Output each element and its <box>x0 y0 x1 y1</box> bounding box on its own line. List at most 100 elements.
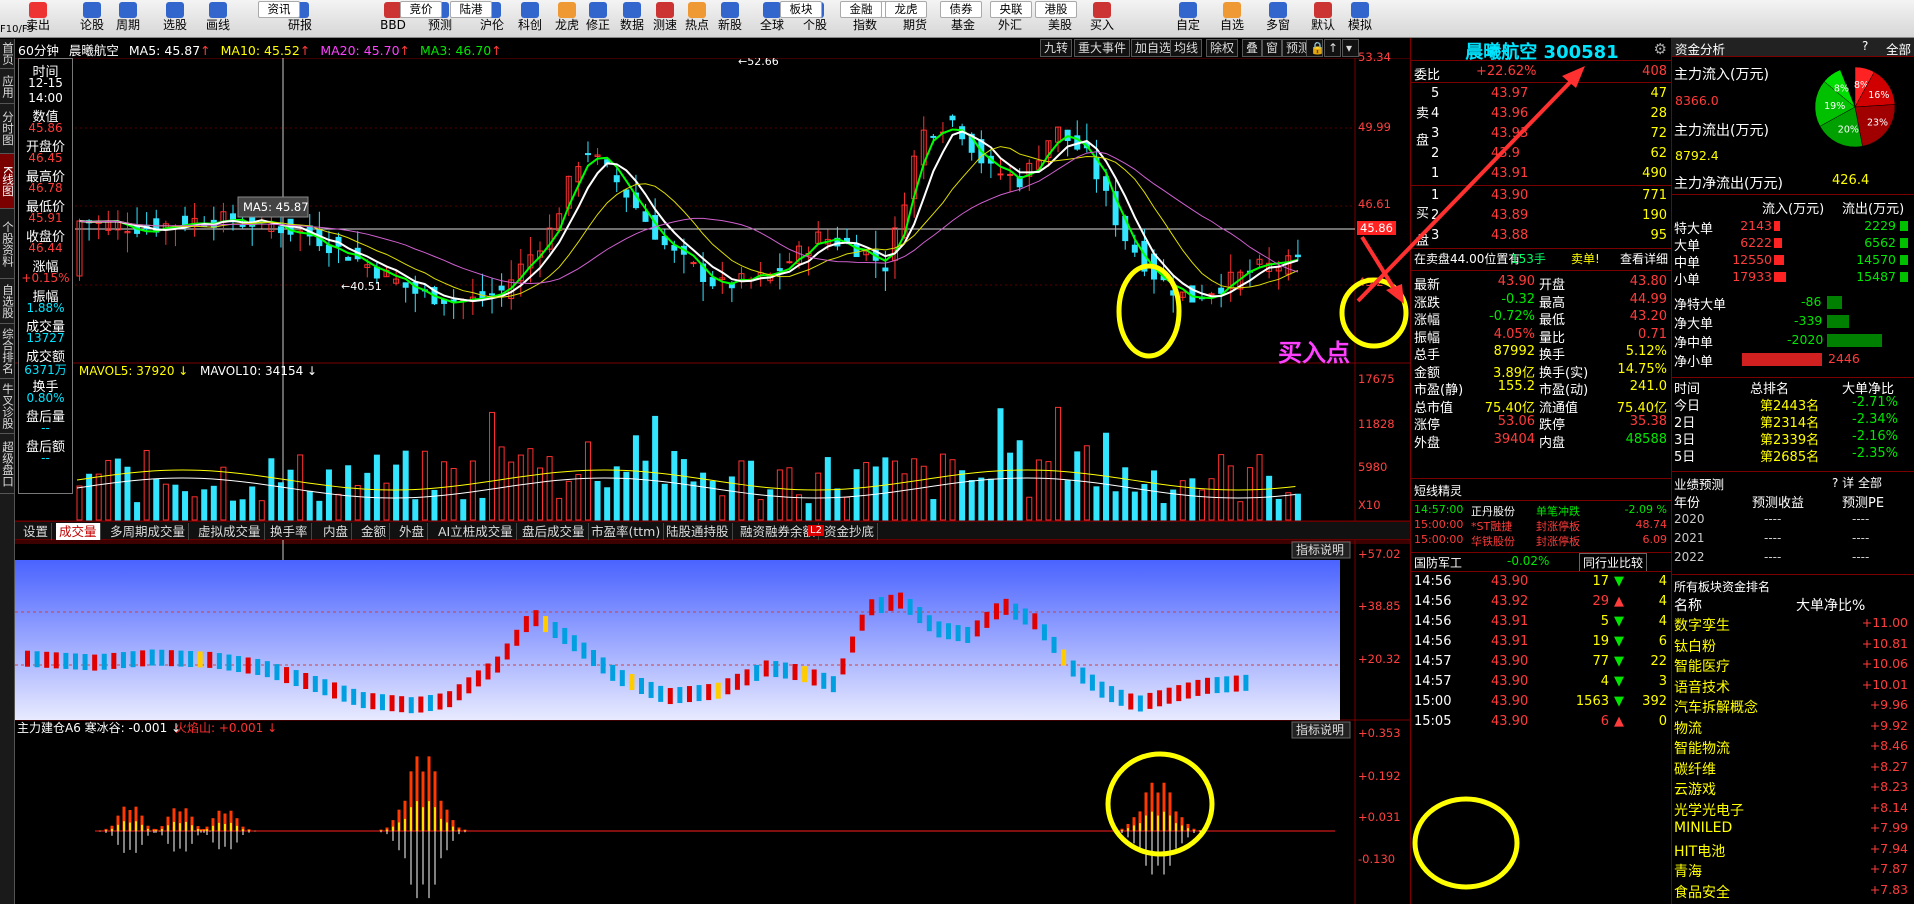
sell-price[interactable]: 43.96 <box>1491 106 1528 121</box>
toolbar-button-4[interactable]: 画线 <box>198 0 238 38</box>
buy-volume: 190 <box>1642 208 1667 223</box>
toolbar-button-26[interactable]: 多窗 <box>1258 0 1298 38</box>
tab-2[interactable]: 多周期成交量 <box>107 523 190 540</box>
settings-icon[interactable]: ⚙ <box>1654 40 1667 58</box>
lock-icon[interactable]: 🔒 <box>1306 39 1325 57</box>
candle-body <box>402 282 409 288</box>
toolbar-small-7[interactable]: 板块 <box>780 1 822 18</box>
toolbar-label: 预测 <box>427 18 452 32</box>
fund-text: +8.46 <box>1869 738 1908 753</box>
left-tab-4[interactable]: 个股资料 <box>0 209 15 279</box>
tab-4[interactable]: 换手率 <box>267 523 312 540</box>
left-tab-6[interactable]: 综合排名 <box>0 324 15 379</box>
buy-price[interactable]: 43.90 <box>1491 188 1528 203</box>
indicator1-bar <box>485 663 491 680</box>
left-tab-2[interactable]: 分时图 <box>0 104 15 154</box>
buy-price[interactable]: 43.89 <box>1491 208 1528 223</box>
left-tab-5[interactable]: 自选股 <box>0 279 15 324</box>
stat-cell: 3.89亿 <box>1493 365 1535 381</box>
left-tab-1[interactable]: 应用 <box>0 69 15 104</box>
toolbar-button-24[interactable]: 自定 <box>1168 0 1208 38</box>
indicator1-bar <box>533 610 539 627</box>
tab-10[interactable]: 市盈率(ttm) <box>588 523 665 540</box>
info-value: 13727 <box>26 331 65 345</box>
divider <box>1672 471 1914 472</box>
toolbar-button-3[interactable]: 选股 <box>155 0 195 38</box>
tab-5[interactable]: 内盘 <box>320 523 353 540</box>
toolbar-button-25[interactable]: 自选 <box>1212 0 1252 38</box>
f10-label[interactable]: F10/F9 <box>0 24 34 35</box>
period-label[interactable]: 60分钟 <box>18 43 59 58</box>
compare-button[interactable]: 同行业比较 <box>1579 553 1648 572</box>
l2-badge: L2 <box>808 525 824 536</box>
toolbar-button-2[interactable]: 周期 <box>108 0 148 38</box>
toolbar-small-2[interactable]: 陆港 <box>450 1 492 18</box>
tab-8[interactable]: AI立桩成交量 <box>435 523 517 540</box>
left-tab-7[interactable]: 牛叉诊股 <box>0 379 15 434</box>
left-tab-3[interactable]: K线图 <box>0 154 15 209</box>
in-bar <box>1774 272 1786 282</box>
toolbar-button-23[interactable]: 买入 <box>1082 0 1122 38</box>
sell-price[interactable]: 43.97 <box>1491 86 1528 101</box>
toolbar-button-27[interactable]: 默认 <box>1303 0 1343 38</box>
stat-cell: 4.05% <box>1493 326 1535 342</box>
arrow-icon[interactable]: ↑ <box>1324 39 1341 57</box>
tab-7[interactable]: 外盘 <box>396 523 429 540</box>
buy-price[interactable]: 43.88 <box>1491 228 1528 243</box>
toolbar-small-4[interactable]: 债券 <box>940 1 982 18</box>
chart-btn-0[interactable]: 九转 <box>1040 39 1073 57</box>
tick-cell: 14:56 <box>1414 614 1452 629</box>
chart-btn-4[interactable]: 除权 <box>1206 39 1239 57</box>
volume-bar <box>1093 486 1100 521</box>
help-icon-2[interactable]: ? 详 全部 <box>1832 474 1882 491</box>
indicator1-bar <box>1022 608 1028 625</box>
indicator1-bar <box>955 625 961 642</box>
out-bar <box>1900 255 1908 265</box>
tick-cell: 19 <box>1592 634 1609 649</box>
sector-name[interactable]: 国防军工 <box>1414 554 1462 571</box>
tab-3[interactable]: 虚拟成交量 <box>195 523 265 540</box>
tab-13[interactable]: 资金抄底 <box>821 523 879 540</box>
fund-collapse[interactable]: 全部 <box>1886 39 1911 58</box>
tab-0[interactable]: 设置 <box>20 523 53 540</box>
sell-price[interactable]: 43.91 <box>1491 166 1528 181</box>
help-icon[interactable]: ? <box>1862 39 1868 53</box>
toolbar-button-28[interactable]: 模拟 <box>1340 0 1380 38</box>
toolbar-small-8[interactable]: 金融 <box>840 1 882 18</box>
toolbar-small-6[interactable]: 港股 <box>1035 1 1077 18</box>
tab-9[interactable]: 盘后成交量 <box>519 523 589 540</box>
toolbar-small-5[interactable]: 央联 <box>990 1 1032 18</box>
tab-11[interactable]: 陆股通持股 <box>663 523 733 540</box>
tab-1[interactable]: 成交量 <box>56 523 101 540</box>
indicator1-bar <box>236 656 242 673</box>
chart-btn-6[interactable]: 窗 <box>1262 39 1283 57</box>
up-arrow-icon: ▲ <box>1614 594 1624 609</box>
chart-btn-1[interactable]: 重大事件 <box>1074 39 1131 57</box>
indicator1-bar <box>475 670 481 687</box>
fund-text: 钛白粉 <box>1674 638 1716 655</box>
toolbar-button-15[interactable]: 新股 <box>710 0 750 38</box>
toolbar-small-1[interactable]: 竞价 <box>400 1 442 18</box>
ask-notice-3[interactable]: 查看详细 <box>1620 250 1668 267</box>
chart-btn-5[interactable]: 叠 <box>1242 39 1263 57</box>
toolbar-icon-26 <box>1269 2 1287 18</box>
left-tab-8[interactable]: 超级盘口 <box>0 434 15 494</box>
tab-12[interactable]: 融资融券余额 <box>737 523 820 540</box>
toolbar-small-9[interactable]: 龙虎 <box>885 1 927 18</box>
toolbar-label: 画线 <box>205 18 230 32</box>
toolbar-button-9[interactable]: 科创 <box>510 0 550 38</box>
toolbar-small-0[interactable]: 资讯 <box>258 1 300 18</box>
sell-price[interactable]: 43.9 <box>1491 146 1520 161</box>
menu-icon[interactable]: ▾ <box>1342 39 1359 57</box>
chart-btn-2[interactable]: 加自选 <box>1131 39 1176 57</box>
sell-price[interactable]: 43.93 <box>1491 126 1528 141</box>
fund-text: +7.99 <box>1869 820 1908 835</box>
tick-cell: 4 <box>1658 574 1667 589</box>
chart-btn-3[interactable]: 均线 <box>1170 39 1203 57</box>
fund-text: 2229 <box>1864 218 1896 233</box>
volume-bar <box>220 466 227 521</box>
chart-area[interactable]: ←52.66 ←40.51 MA5: 45.87 ↓ MAVOL5: 37920 ↓ M… <box>15 58 1410 904</box>
left-tab-0[interactable]: 首页 <box>0 39 15 69</box>
tab-6[interactable]: 金额 <box>358 523 391 540</box>
toolbar-button-1[interactable]: 论股 <box>72 0 112 38</box>
